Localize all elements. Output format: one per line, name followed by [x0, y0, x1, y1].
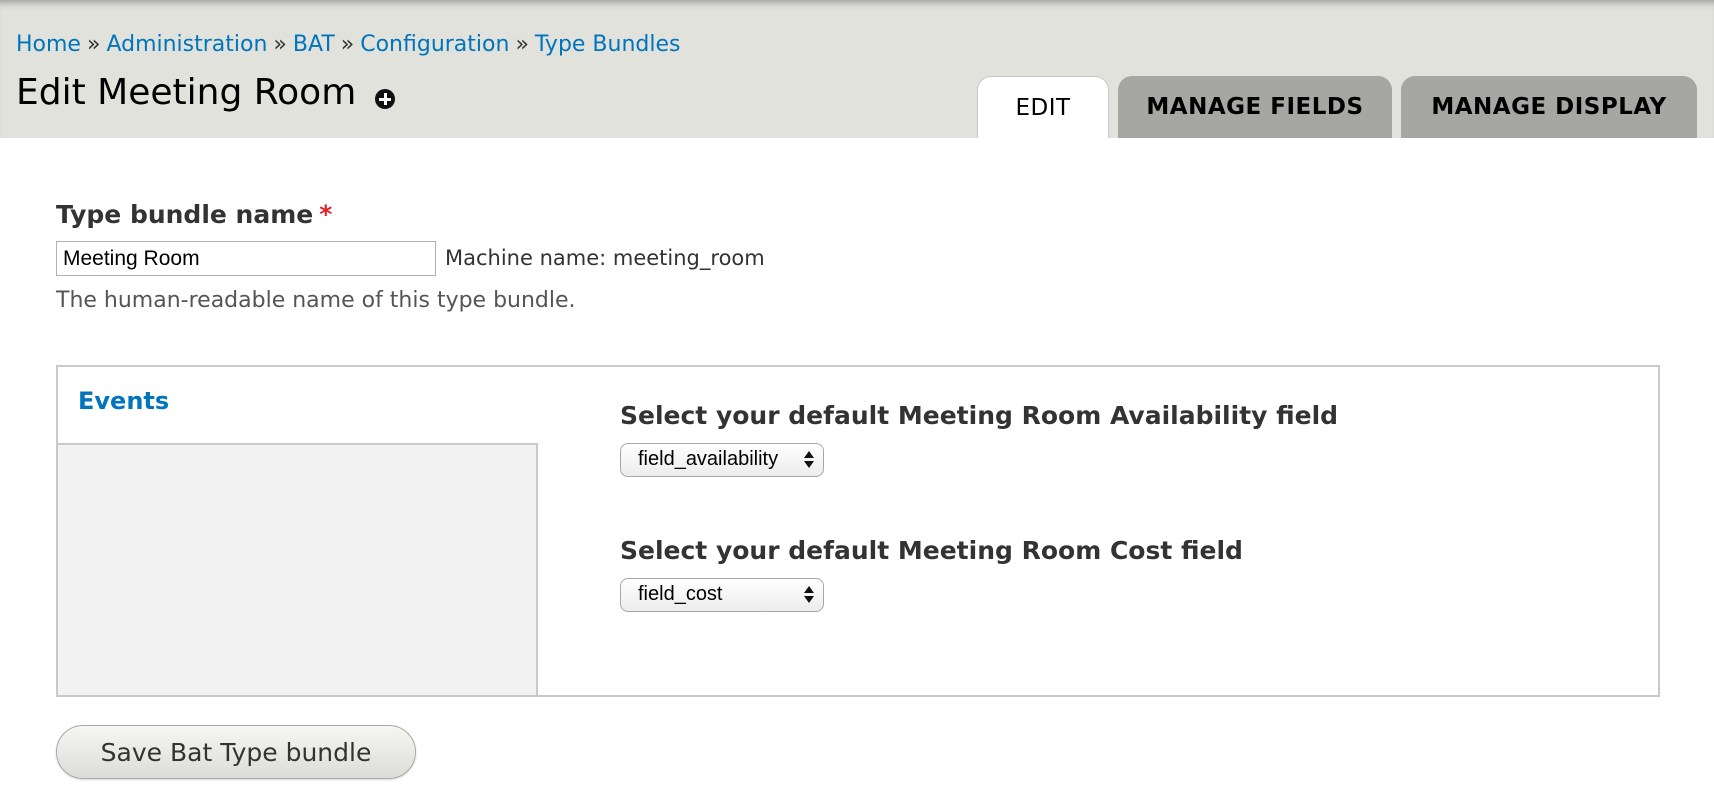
vertical-tab-events[interactable]: Events [58, 367, 538, 445]
cost-field-select[interactable]: field_cost [620, 578, 824, 612]
type-bundle-name-label: Type bundle name * [56, 200, 332, 229]
type-bundle-name-input[interactable] [56, 241, 436, 276]
breadcrumb-type-bundles[interactable]: Type Bundles [535, 32, 681, 57]
cost-field-value: field_cost [638, 583, 723, 605]
cost-field-label: Select your default Meeting Room Cost fi… [620, 536, 1243, 565]
availability-field-value: field_availability [638, 448, 779, 470]
tab-manage-fields[interactable]: MANAGE FIELDS [1118, 76, 1392, 138]
page-header: Home» Administration» BAT» Configuration» Ty… [0, 0, 1714, 138]
breadcrumb-separator: » [340, 32, 355, 57]
type-bundle-name-label-text: Type bundle name [56, 200, 314, 229]
breadcrumb-separator: » [515, 32, 529, 57]
breadcrumb-administration[interactable]: Administration [106, 32, 267, 57]
breadcrumb-separator: » [86, 32, 101, 57]
tab-edit[interactable]: EDIT [977, 76, 1109, 138]
save-button[interactable]: Save Bat Type bundle [56, 725, 416, 779]
availability-field-label: Select your default Meeting Room Availab… [620, 401, 1339, 430]
breadcrumb: Home» Administration» BAT» Configuration» Ty… [16, 32, 680, 57]
breadcrumb-configuration[interactable]: Configuration [360, 32, 509, 57]
availability-field-select[interactable]: field_availability [620, 443, 824, 477]
vertical-tabs-list-filler [58, 445, 538, 695]
page-title: Edit Meeting Room [16, 72, 357, 113]
select-arrows-icon [804, 450, 814, 470]
vertical-tab-events-label: Events [78, 387, 170, 415]
plus-circle-icon[interactable] [375, 89, 395, 109]
machine-name-text: Machine name: meeting_room [445, 246, 765, 270]
breadcrumb-separator: » [273, 32, 287, 57]
name-description: The human-readable name of this type bun… [56, 288, 576, 313]
tab-manage-display[interactable]: MANAGE DISPLAY [1401, 76, 1697, 138]
breadcrumb-home[interactable]: Home [16, 32, 81, 57]
breadcrumb-bat[interactable]: BAT [293, 32, 335, 57]
select-arrows-icon [804, 585, 814, 605]
required-marker: * [319, 200, 333, 229]
vertical-tabs: Events Select your default Meeting Room … [56, 365, 1660, 697]
